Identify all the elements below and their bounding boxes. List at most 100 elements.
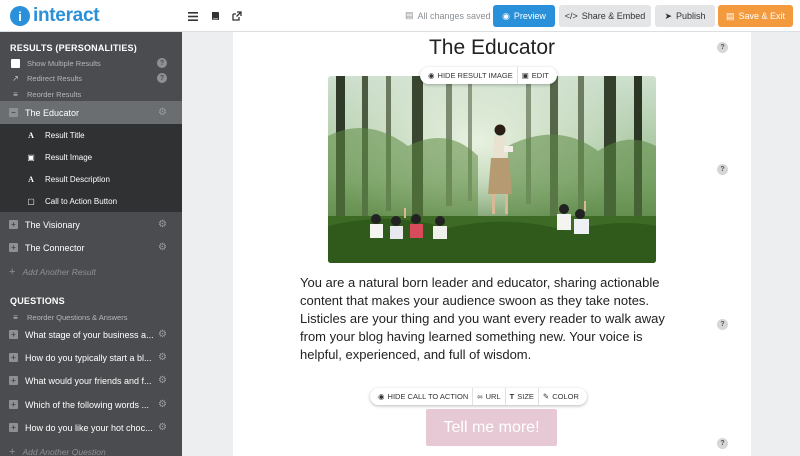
brush-icon: ✎ [542, 392, 550, 401]
collapse-icon[interactable]: − [9, 108, 18, 117]
eye-icon: ◉ [502, 10, 510, 21]
result-label: The Connector [25, 242, 85, 253]
help-icon[interactable]: ? [157, 58, 167, 68]
edit-image-label: EDIT [531, 71, 549, 80]
color-button[interactable]: ✎ COLOR [537, 388, 583, 405]
logo-text: interact [33, 5, 100, 26]
sub-item-label: Call to Action Button [45, 196, 118, 206]
hide-call-to-action-button[interactable]: ◉ HIDE CALL TO ACTION [374, 388, 472, 405]
plus-icon: + [9, 266, 16, 278]
save-exit-label: Save & Exit [738, 11, 786, 21]
option-label: Reorder Questions & Answers [27, 312, 128, 322]
expand-icon[interactable]: + [9, 400, 18, 409]
text-icon: A [28, 174, 34, 184]
external-link-icon[interactable] [226, 0, 248, 32]
add-question-button[interactable]: + Add Another Question [9, 446, 106, 456]
show-multiple-results-option[interactable]: Show Multiple Results ? [10, 57, 170, 69]
expand-icon[interactable]: + [9, 220, 18, 229]
sidebar-result-connector[interactable]: + The Connector ⚙ [0, 236, 182, 259]
gear-icon[interactable]: ⚙ [158, 375, 167, 386]
hide-cta-label: HIDE CALL TO ACTION [387, 392, 469, 401]
book-icon[interactable] [204, 0, 226, 32]
sidebar: RESULTS (PERSONALITIES) Show Multiple Re… [0, 32, 182, 456]
share-embed-button[interactable]: </> Share & Embed [559, 5, 651, 27]
logo-mark: i [10, 6, 30, 26]
add-question-label: Add Another Question [22, 447, 106, 456]
call-to-action-button[interactable]: Tell me more! [426, 409, 557, 446]
result-image[interactable] [328, 76, 656, 263]
sub-item-call-to-action[interactable]: ▢ Call to Action Button [0, 190, 182, 212]
sidebar-result-visionary[interactable]: + The Visionary ⚙ [0, 213, 182, 236]
help-icon[interactable]: ? [717, 438, 728, 449]
add-result-label: Add Another Result [22, 267, 96, 277]
hide-image-label: HIDE RESULT IMAGE [437, 71, 513, 80]
gear-icon[interactable]: ⚙ [158, 107, 167, 118]
url-button[interactable]: ∞ URL [472, 388, 504, 405]
save-exit-button[interactable]: ▤ Save & Exit [718, 5, 793, 27]
gear-icon[interactable]: ⚙ [158, 242, 167, 253]
reorder-icon: ≡ [13, 312, 18, 322]
help-icon[interactable]: ? [157, 73, 167, 83]
size-button[interactable]: T SIZE [504, 388, 538, 405]
save-icon: ▤ [725, 10, 735, 21]
sub-item-result-description[interactable]: A Result Description [0, 168, 182, 190]
question-label: How do you like your hot choc... [25, 422, 153, 433]
preview-button[interactable]: ◉ Preview [493, 5, 555, 27]
result-editor-canvas: The Educator ? ◉ HIDE RESULT IMAGE ▣ EDI… [233, 32, 751, 456]
sidebar-question-5[interactable]: + How do you like your hot choc... ⚙ [0, 416, 182, 439]
preview-label: Preview [513, 11, 546, 21]
forest-classroom-photo [328, 76, 656, 263]
sidebar-question-1[interactable]: + What stage of your business a... ⚙ [0, 323, 182, 346]
expand-icon[interactable]: + [9, 353, 18, 362]
tool-icons [182, 0, 248, 32]
reorder-results-option[interactable]: ≡ Reorder Results [10, 88, 170, 100]
size-label: SIZE [517, 392, 534, 401]
gear-icon[interactable]: ⚙ [158, 219, 167, 230]
sidebar-result-educator[interactable]: − The Educator ⚙ [0, 101, 182, 124]
gear-icon[interactable]: ⚙ [158, 399, 167, 410]
result-title[interactable]: The Educator [233, 36, 751, 60]
question-label: What would your friends and f... [25, 375, 152, 386]
redirect-results-option[interactable]: ↗ Redirect Results ? [10, 72, 170, 84]
top-bar: i interact ▤ All changes saved ◉ Preview… [0, 0, 800, 32]
share-label: Share & Embed [581, 11, 646, 21]
option-label: Show Multiple Results [27, 58, 101, 68]
gear-icon[interactable]: ⚙ [158, 422, 167, 433]
interact-logo[interactable]: i interact [10, 5, 100, 27]
eye-icon: ◉ [378, 392, 385, 401]
sidebar-question-2[interactable]: + How do you typically start a bl... ⚙ [0, 346, 182, 369]
eye-icon: ◉ [428, 71, 435, 80]
reorder-questions-option[interactable]: ≡ Reorder Questions & Answers [10, 311, 170, 323]
edit-image-button[interactable]: ▣ EDIT [516, 67, 553, 84]
text-icon: A [28, 130, 34, 140]
result-description[interactable]: You are a natural born leader and educat… [300, 274, 682, 364]
cta-toolbar: ◉ HIDE CALL TO ACTION ∞ URL T SIZE ✎ COL… [370, 388, 587, 405]
help-icon[interactable]: ? [717, 319, 728, 330]
sidebar-question-3[interactable]: + What would your friends and f... ⚙ [0, 369, 182, 392]
add-result-button[interactable]: + Add Another Result [9, 266, 96, 278]
button-icon: ▢ [27, 196, 35, 206]
expand-icon[interactable]: + [9, 330, 18, 339]
gear-icon[interactable]: ⚙ [158, 352, 167, 363]
gear-icon[interactable]: ⚙ [158, 329, 167, 340]
expand-icon[interactable]: + [9, 423, 18, 432]
sub-item-label: Result Title [45, 130, 85, 140]
result-label: The Educator [25, 107, 80, 118]
sub-item-result-title[interactable]: A Result Title [0, 124, 182, 146]
expand-icon[interactable]: + [9, 376, 18, 385]
sub-item-result-image[interactable]: ▣ Result Image [0, 146, 182, 168]
plus-icon: + [9, 446, 16, 456]
menu-icon[interactable] [182, 0, 204, 32]
question-label: What stage of your business a... [25, 329, 154, 340]
option-label: Redirect Results [27, 73, 83, 83]
image-toolbar: ◉ HIDE RESULT IMAGE ▣ EDIT [420, 67, 557, 84]
color-label: COLOR [552, 392, 579, 401]
sub-item-label: Result Description [45, 174, 110, 184]
expand-icon[interactable]: + [9, 243, 18, 252]
checkbox-icon[interactable] [10, 58, 21, 68]
publish-button[interactable]: ➤ Publish [655, 5, 715, 27]
help-icon[interactable]: ? [717, 164, 728, 175]
hide-result-image-button[interactable]: ◉ HIDE RESULT IMAGE [424, 67, 517, 84]
sidebar-question-4[interactable]: + Which of the following words ... ⚙ [0, 393, 182, 416]
help-icon[interactable]: ? [717, 42, 728, 53]
